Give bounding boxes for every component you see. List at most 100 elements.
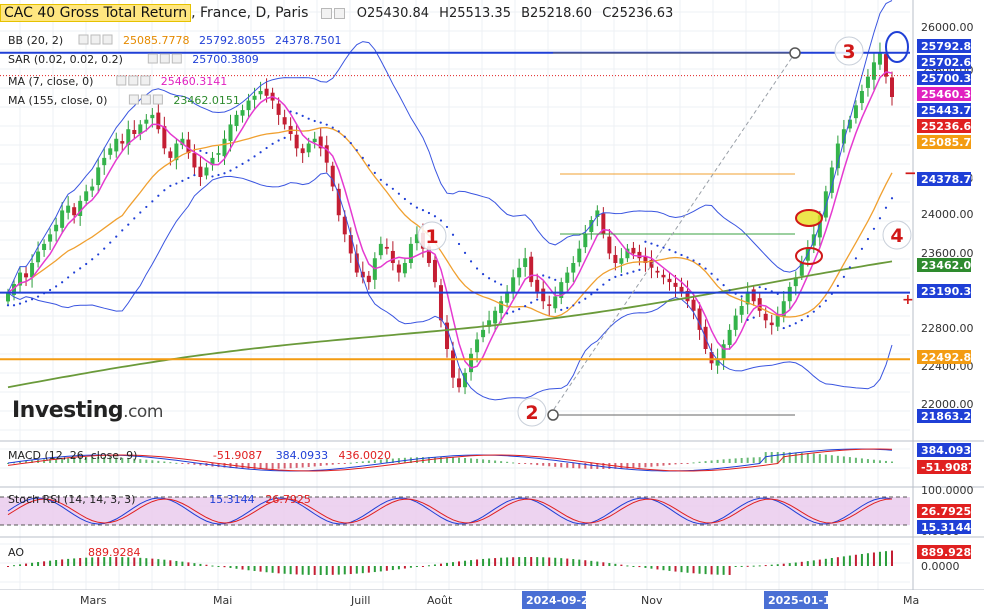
ao-bar: [307, 566, 310, 575]
ao-bar: [728, 566, 731, 575]
price-tag-label: 25700.38: [921, 72, 979, 85]
time-label: Nov: [641, 594, 663, 607]
macd-hist-bar: [698, 461, 701, 463]
macd-hist-bar: [536, 463, 539, 466]
ao-bar: [668, 566, 671, 571]
ao-bar: [445, 562, 448, 566]
candle-body: [336, 188, 341, 216]
ao-bar: [554, 557, 557, 566]
candle-body: [571, 263, 576, 273]
macd-hist-bar: [662, 463, 665, 466]
ao-bar: [842, 556, 845, 566]
ao-bar: [452, 562, 455, 566]
price-tick: 0.0000: [921, 560, 960, 573]
indicator-value: 25460.3141: [161, 75, 227, 88]
macd-hist-bar: [512, 462, 515, 464]
price-tag-label: 25702.66: [921, 56, 979, 69]
indicator-setting-icon: [128, 75, 139, 86]
candle-body: [24, 273, 29, 278]
ao-bar: [476, 559, 479, 566]
indicator-name: SAR (0.02, 0.02, 0.2): [8, 53, 123, 66]
macd-hist-bar: [175, 462, 178, 464]
panel-value: 889.9284: [88, 546, 141, 559]
time-highlight-label: 2025-01-10: [768, 594, 839, 607]
ao-bar: [85, 557, 88, 566]
ao-bar: [403, 566, 406, 569]
ao-bar: [632, 566, 635, 567]
macd-hist-bar: [650, 463, 653, 467]
ao-bar: [181, 561, 184, 566]
macd-hist-bar: [872, 459, 875, 463]
ao-bar: [872, 552, 875, 566]
indicator-value: 24378.7501: [275, 34, 341, 47]
ao-bar: [433, 564, 436, 566]
macd-hist-bar: [728, 458, 731, 463]
candle-body: [775, 315, 780, 327]
panel-value: 15.3144: [209, 493, 255, 506]
indicator-name: MA (7, close, 0): [8, 75, 93, 88]
candle-body: [258, 91, 263, 95]
candle-body: [72, 207, 77, 216]
candle-body: [60, 210, 65, 228]
macd-hist-bar: [818, 454, 821, 463]
ao-bar: [512, 557, 515, 566]
macd-hist-bar: [716, 459, 719, 463]
ao-bar: [337, 566, 340, 575]
macd-hist-bar: [842, 456, 845, 463]
macd-hist-bar: [301, 463, 304, 468]
eye-icon[interactable]: [333, 7, 345, 19]
candle-body: [384, 246, 389, 249]
panel-value: 26.7925: [265, 493, 311, 506]
price-tag-label: 23462.01: [921, 259, 979, 272]
macd-hist-bar: [590, 463, 593, 469]
instrument-title[interactable]: CAC 40 Gross Total Return: [0, 4, 192, 22]
price-tag-label: 25443.78: [921, 104, 979, 117]
macd-hist-bar: [866, 459, 869, 463]
candle-body: [378, 243, 383, 256]
header-toolbar[interactable]: [320, 7, 347, 21]
candle-body: [96, 167, 101, 186]
candle-body: [577, 248, 582, 263]
candle-body: [252, 95, 257, 100]
macd-hist-bar: [349, 462, 352, 464]
ao-bar: [638, 566, 641, 568]
macd-hist-bar: [295, 463, 298, 468]
ao-bar: [43, 561, 46, 566]
macd-hist-bar: [271, 463, 274, 469]
ao-bar: [241, 566, 244, 570]
candle-body: [475, 339, 480, 353]
indicator-value: 25792.8055: [199, 34, 265, 47]
ao-bar: [325, 566, 328, 575]
ao-bar: [277, 566, 280, 574]
ao-bar: [349, 566, 352, 575]
ao-bar: [584, 560, 587, 566]
macd-hist-bar: [692, 462, 695, 464]
ao-bar: [439, 563, 442, 566]
candle-body: [90, 186, 95, 191]
ao-bar: [626, 565, 629, 567]
ma-155: [7, 260, 893, 389]
candle-body: [493, 310, 498, 324]
candle-body: [673, 282, 678, 287]
macd-hist-bar: [319, 463, 322, 466]
macd-hist-bar: [824, 454, 827, 463]
trend-handle: [789, 47, 801, 59]
macd-hist-bar: [560, 463, 563, 468]
ao-bar: [596, 561, 599, 566]
macd-hist-bar: [848, 457, 851, 463]
ao-bar: [758, 565, 761, 567]
candle-body: [234, 114, 239, 126]
ao-bar: [722, 566, 725, 575]
ao-bar: [482, 558, 485, 566]
ao-bar: [421, 566, 424, 567]
settings-icon[interactable]: [320, 7, 332, 19]
price-tag-label: 23190.31: [921, 285, 979, 298]
macd-hist-bar: [656, 463, 659, 467]
price-tag-label: 384.0933: [921, 444, 979, 457]
ao-bar: [151, 558, 154, 566]
candle-body: [402, 263, 407, 274]
candle-body: [108, 148, 113, 155]
ao-bar: [79, 558, 82, 566]
indicator-value: 25085.7778: [123, 34, 189, 47]
price-tag-label: 24378.75: [921, 173, 979, 186]
